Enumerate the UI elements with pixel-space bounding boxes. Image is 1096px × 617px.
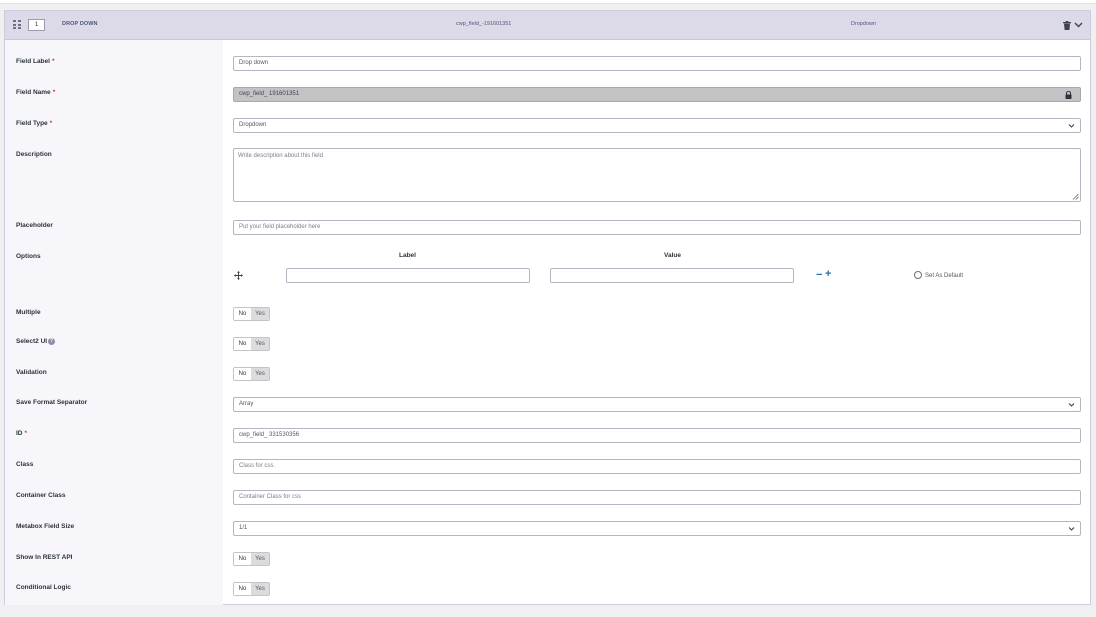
move-icon[interactable] (234, 271, 243, 280)
save-format-select[interactable]: Array (233, 397, 1081, 412)
description-textarea[interactable]: Write description about this field (233, 148, 1081, 202)
placeholder-title: Placeholder (16, 222, 53, 229)
save-format-title: Save Format Separator (16, 399, 88, 406)
class-input[interactable]: Class for css. (233, 459, 1081, 474)
conditional-toggle[interactable]: No Yes (233, 582, 270, 596)
metabox-size-title: Metabox Field Size (16, 523, 75, 530)
field-name-input: cwp_field_ 191601351 (233, 87, 1081, 102)
rest-api-title: Show In REST API (16, 554, 73, 561)
set-default-radio[interactable] (914, 271, 922, 279)
trash-icon[interactable] (1063, 21, 1071, 30)
toggle-yes[interactable]: Yes (251, 308, 269, 320)
help-icon[interactable]: ? (48, 338, 56, 345)
multiple-title: Multiple (16, 309, 41, 316)
add-option-icon[interactable]: + (825, 269, 831, 280)
toggle-yes[interactable]: Yes (251, 338, 269, 350)
header-field-type: Dropdown (851, 21, 877, 27)
field-name-title: Field Name * (16, 89, 56, 96)
field-panel: 1 DROP DOWN cwp_field_-191601351 Dropdow… (4, 10, 1091, 605)
description-title: Description (16, 151, 52, 158)
field-type-title: Field Type * (16, 120, 53, 127)
rest-api-toggle[interactable]: No Yes (233, 552, 270, 566)
option-value-input[interactable] (550, 268, 794, 283)
set-default-label: Set As Default (925, 273, 964, 279)
container-class-title: Container Class (16, 492, 66, 499)
panel-header[interactable]: 1 DROP DOWN cwp_field_-191601351 Dropdow… (5, 11, 1090, 40)
option-label-input[interactable] (286, 268, 530, 283)
toggle-no[interactable]: No (234, 368, 251, 380)
validation-toggle[interactable]: No Yes (233, 367, 270, 381)
options-value-header: Value (664, 252, 681, 259)
chevron-down-icon (1068, 527, 1075, 531)
select2-title: Select2 UI? (16, 338, 56, 346)
remove-option-icon[interactable]: − (816, 270, 822, 281)
header-field-name: cwp_field_-191601351 (456, 21, 512, 27)
placeholder-input[interactable]: Put your field placeholder here (233, 220, 1081, 235)
metabox-size-select[interactable]: 1/1 (233, 521, 1081, 536)
container-class-input[interactable]: Container Class for css (233, 490, 1081, 505)
multiple-toggle[interactable]: No Yes (233, 307, 270, 321)
chevron-down-icon (1068, 124, 1075, 128)
toggle-yes[interactable]: Yes (251, 583, 269, 595)
field-label-title: Field Label * (16, 58, 55, 65)
chevron-down-icon (1068, 403, 1075, 407)
field-label-input[interactable]: Drop down (233, 56, 1081, 71)
options-label-header: Label (399, 252, 416, 259)
order-number[interactable]: 1 (28, 19, 45, 31)
field-type-select[interactable]: Dropdown (233, 118, 1081, 133)
grip-icon[interactable] (13, 20, 21, 30)
toggle-no[interactable]: No (234, 308, 251, 320)
options-title: Options (16, 253, 41, 260)
class-title: Class (16, 461, 34, 468)
toggle-yes[interactable]: Yes (251, 553, 269, 565)
top-rule (0, 0, 1096, 4)
resize-handle-icon[interactable] (1072, 193, 1079, 200)
toggle-no[interactable]: No (234, 338, 251, 350)
toggle-no[interactable]: No (234, 553, 251, 565)
lock-icon (1065, 91, 1072, 99)
conditional-title: Conditional Logic (16, 584, 71, 591)
chevron-down-icon[interactable] (1074, 20, 1083, 29)
id-title: ID * (16, 430, 28, 437)
validation-title: Validation (16, 369, 47, 376)
toggle-yes[interactable]: Yes (251, 368, 269, 380)
id-input[interactable]: cwp_field_ 331530356 (233, 428, 1081, 443)
select2-toggle[interactable]: No Yes (233, 337, 270, 351)
toggle-no[interactable]: No (234, 583, 251, 595)
header-title: DROP DOWN (62, 21, 98, 27)
